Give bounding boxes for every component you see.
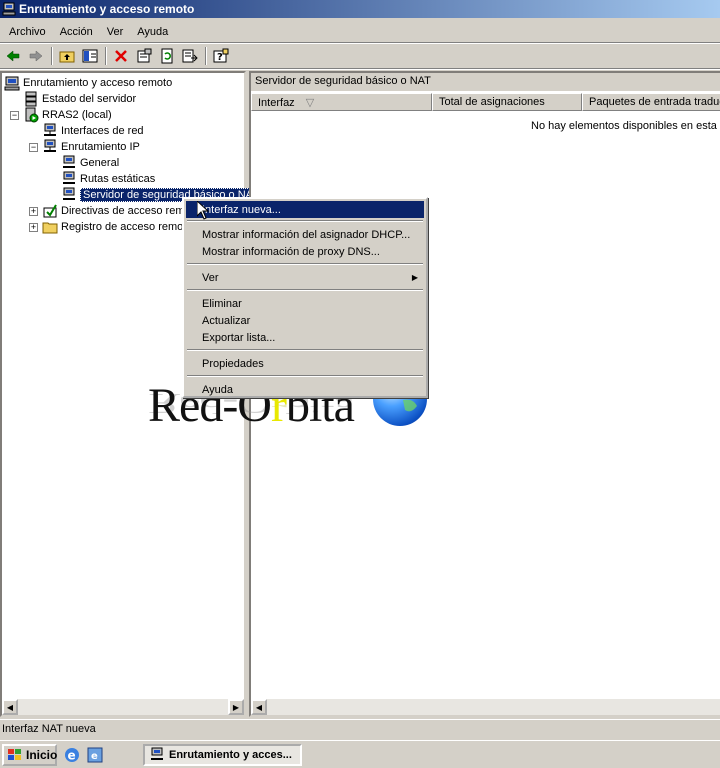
submenu-arrow-icon: ▶ (411, 273, 418, 282)
window-title: Enrutamiento y acceso remoto (19, 2, 195, 16)
tree-node-general[interactable]: General (61, 155, 119, 171)
title-bar[interactable]: Enrutamiento y acceso remoto (0, 0, 720, 18)
refresh-icon[interactable] (156, 45, 178, 67)
tree-node-network-interfaces[interactable]: Interfaces de red (42, 123, 144, 139)
scroll-left-icon[interactable]: ◀ (251, 699, 267, 715)
toolbar-separator (51, 47, 53, 65)
menu-accion[interactable]: Acción (53, 26, 100, 38)
menu-item-help[interactable]: Ayuda (186, 381, 424, 398)
menu-item-properties[interactable]: Propiedades (186, 355, 424, 372)
menu-ayuda[interactable]: Ayuda (130, 26, 175, 38)
start-button[interactable]: Inicio (2, 744, 57, 766)
policies-icon (42, 203, 58, 219)
empty-list-message: No hay elementos disponibles en esta vi (531, 120, 720, 132)
menu-item-export-list[interactable]: Exportar lista... (186, 329, 424, 346)
menu-separator (187, 220, 423, 222)
mouse-cursor-icon (196, 199, 210, 224)
back-arrow-icon[interactable] (2, 45, 24, 67)
tree-horizontal-scrollbar[interactable]: ◀ ▶ (2, 699, 244, 715)
expand-logging-toggle[interactable]: + (29, 223, 38, 232)
menu-item-new-interface[interactable]: Interfaz nueva... (186, 201, 424, 218)
taskbar-window-button[interactable]: Enrutamiento y acces... (143, 744, 302, 766)
column-header-total-mappings[interactable]: Total de asignaciones (432, 93, 582, 111)
rras-task-icon (149, 747, 165, 763)
status-bar: Interfaz NAT nueva (0, 719, 720, 739)
menu-separator (187, 375, 423, 377)
status-text: Interfaz NAT nueva (2, 723, 96, 735)
collapse-server-toggle[interactable]: − (10, 111, 19, 120)
help-icon[interactable]: ? (210, 45, 232, 67)
menu-item-refresh[interactable]: Actualizar (186, 312, 424, 329)
windows-logo-icon (7, 748, 23, 762)
rras-app-icon (2, 2, 16, 16)
menu-item-show-dns-proxy[interactable]: Mostrar información de proxy DNS... (186, 243, 424, 260)
svg-text:?: ? (217, 52, 223, 63)
tree-node-policies[interactable]: Directivas de acceso remo (42, 203, 191, 219)
svg-text:e: e (91, 751, 98, 762)
tree-node-server-status[interactable]: Estado del servidor (23, 91, 136, 107)
server-status-icon (23, 91, 39, 107)
toolbar-separator (205, 47, 207, 65)
menu-item-view[interactable]: Ver ▶ (186, 269, 424, 286)
menu-separator (187, 349, 423, 351)
column-header-inbound-packets[interactable]: Paquetes de entrada traduc (582, 93, 720, 111)
tree-node-static-routes[interactable]: Rutas estáticas (61, 171, 155, 187)
collapse-ip-routing-toggle[interactable]: − (29, 143, 38, 152)
static-routes-icon (61, 171, 77, 187)
forward-arrow-icon[interactable] (25, 45, 47, 67)
expand-policies-toggle[interactable]: + (29, 207, 38, 216)
rras-root-icon (4, 75, 20, 91)
list-horizontal-scrollbar[interactable]: ◀ (251, 699, 720, 715)
server-running-icon (23, 107, 39, 123)
details-pane-title: Servidor de seguridad básico o NAT (251, 73, 720, 91)
scroll-right-icon[interactable]: ▶ (228, 699, 244, 715)
show-hide-tree-icon[interactable] (79, 45, 101, 67)
toolbar-separator (105, 47, 107, 65)
toolbar-separator-line (0, 68, 720, 70)
internet-explorer-icon[interactable]: e (63, 746, 81, 764)
context-menu: Interfaz nueva... Mostrar información de… (182, 197, 428, 398)
nat-icon (61, 187, 77, 203)
sort-triangle-icon: ▽ (305, 97, 315, 109)
tree-node-logging[interactable]: Registro de acceso remot (42, 219, 186, 235)
explorer-quicklaunch-icon[interactable]: e (86, 746, 104, 764)
scroll-left-icon[interactable]: ◀ (2, 699, 18, 715)
properties-icon[interactable] (133, 45, 155, 67)
up-folder-icon[interactable] (56, 45, 78, 67)
column-header-interface[interactable]: Interfaz ▽ (251, 93, 432, 111)
general-icon (61, 155, 77, 171)
ip-routing-icon (42, 139, 58, 155)
folder-icon (42, 219, 58, 235)
menu-archivo[interactable]: Archivo (2, 26, 53, 38)
tree-node-ip-routing[interactable]: Enrutamiento IP (42, 139, 140, 155)
menu-ver[interactable]: Ver (100, 26, 131, 38)
menu-separator (187, 263, 423, 265)
tree-node-root[interactable]: Enrutamiento y acceso remoto (4, 75, 172, 91)
export-list-icon[interactable] (179, 45, 201, 67)
svg-text:e: e (68, 749, 76, 763)
network-interfaces-icon (42, 123, 58, 139)
taskbar: Inicio e e Enrutamiento y acces... (0, 740, 720, 768)
menu-separator (187, 289, 423, 291)
tree-node-server[interactable]: RRAS2 (local) (23, 107, 112, 123)
menu-item-delete[interactable]: Eliminar (186, 295, 424, 312)
delete-icon[interactable] (110, 45, 132, 67)
menu-item-show-dhcp[interactable]: Mostrar información del asignador DHCP..… (186, 226, 424, 243)
toolbar: ? (0, 44, 720, 68)
menu-bar: Archivo Acción Ver Ayuda (0, 22, 720, 42)
